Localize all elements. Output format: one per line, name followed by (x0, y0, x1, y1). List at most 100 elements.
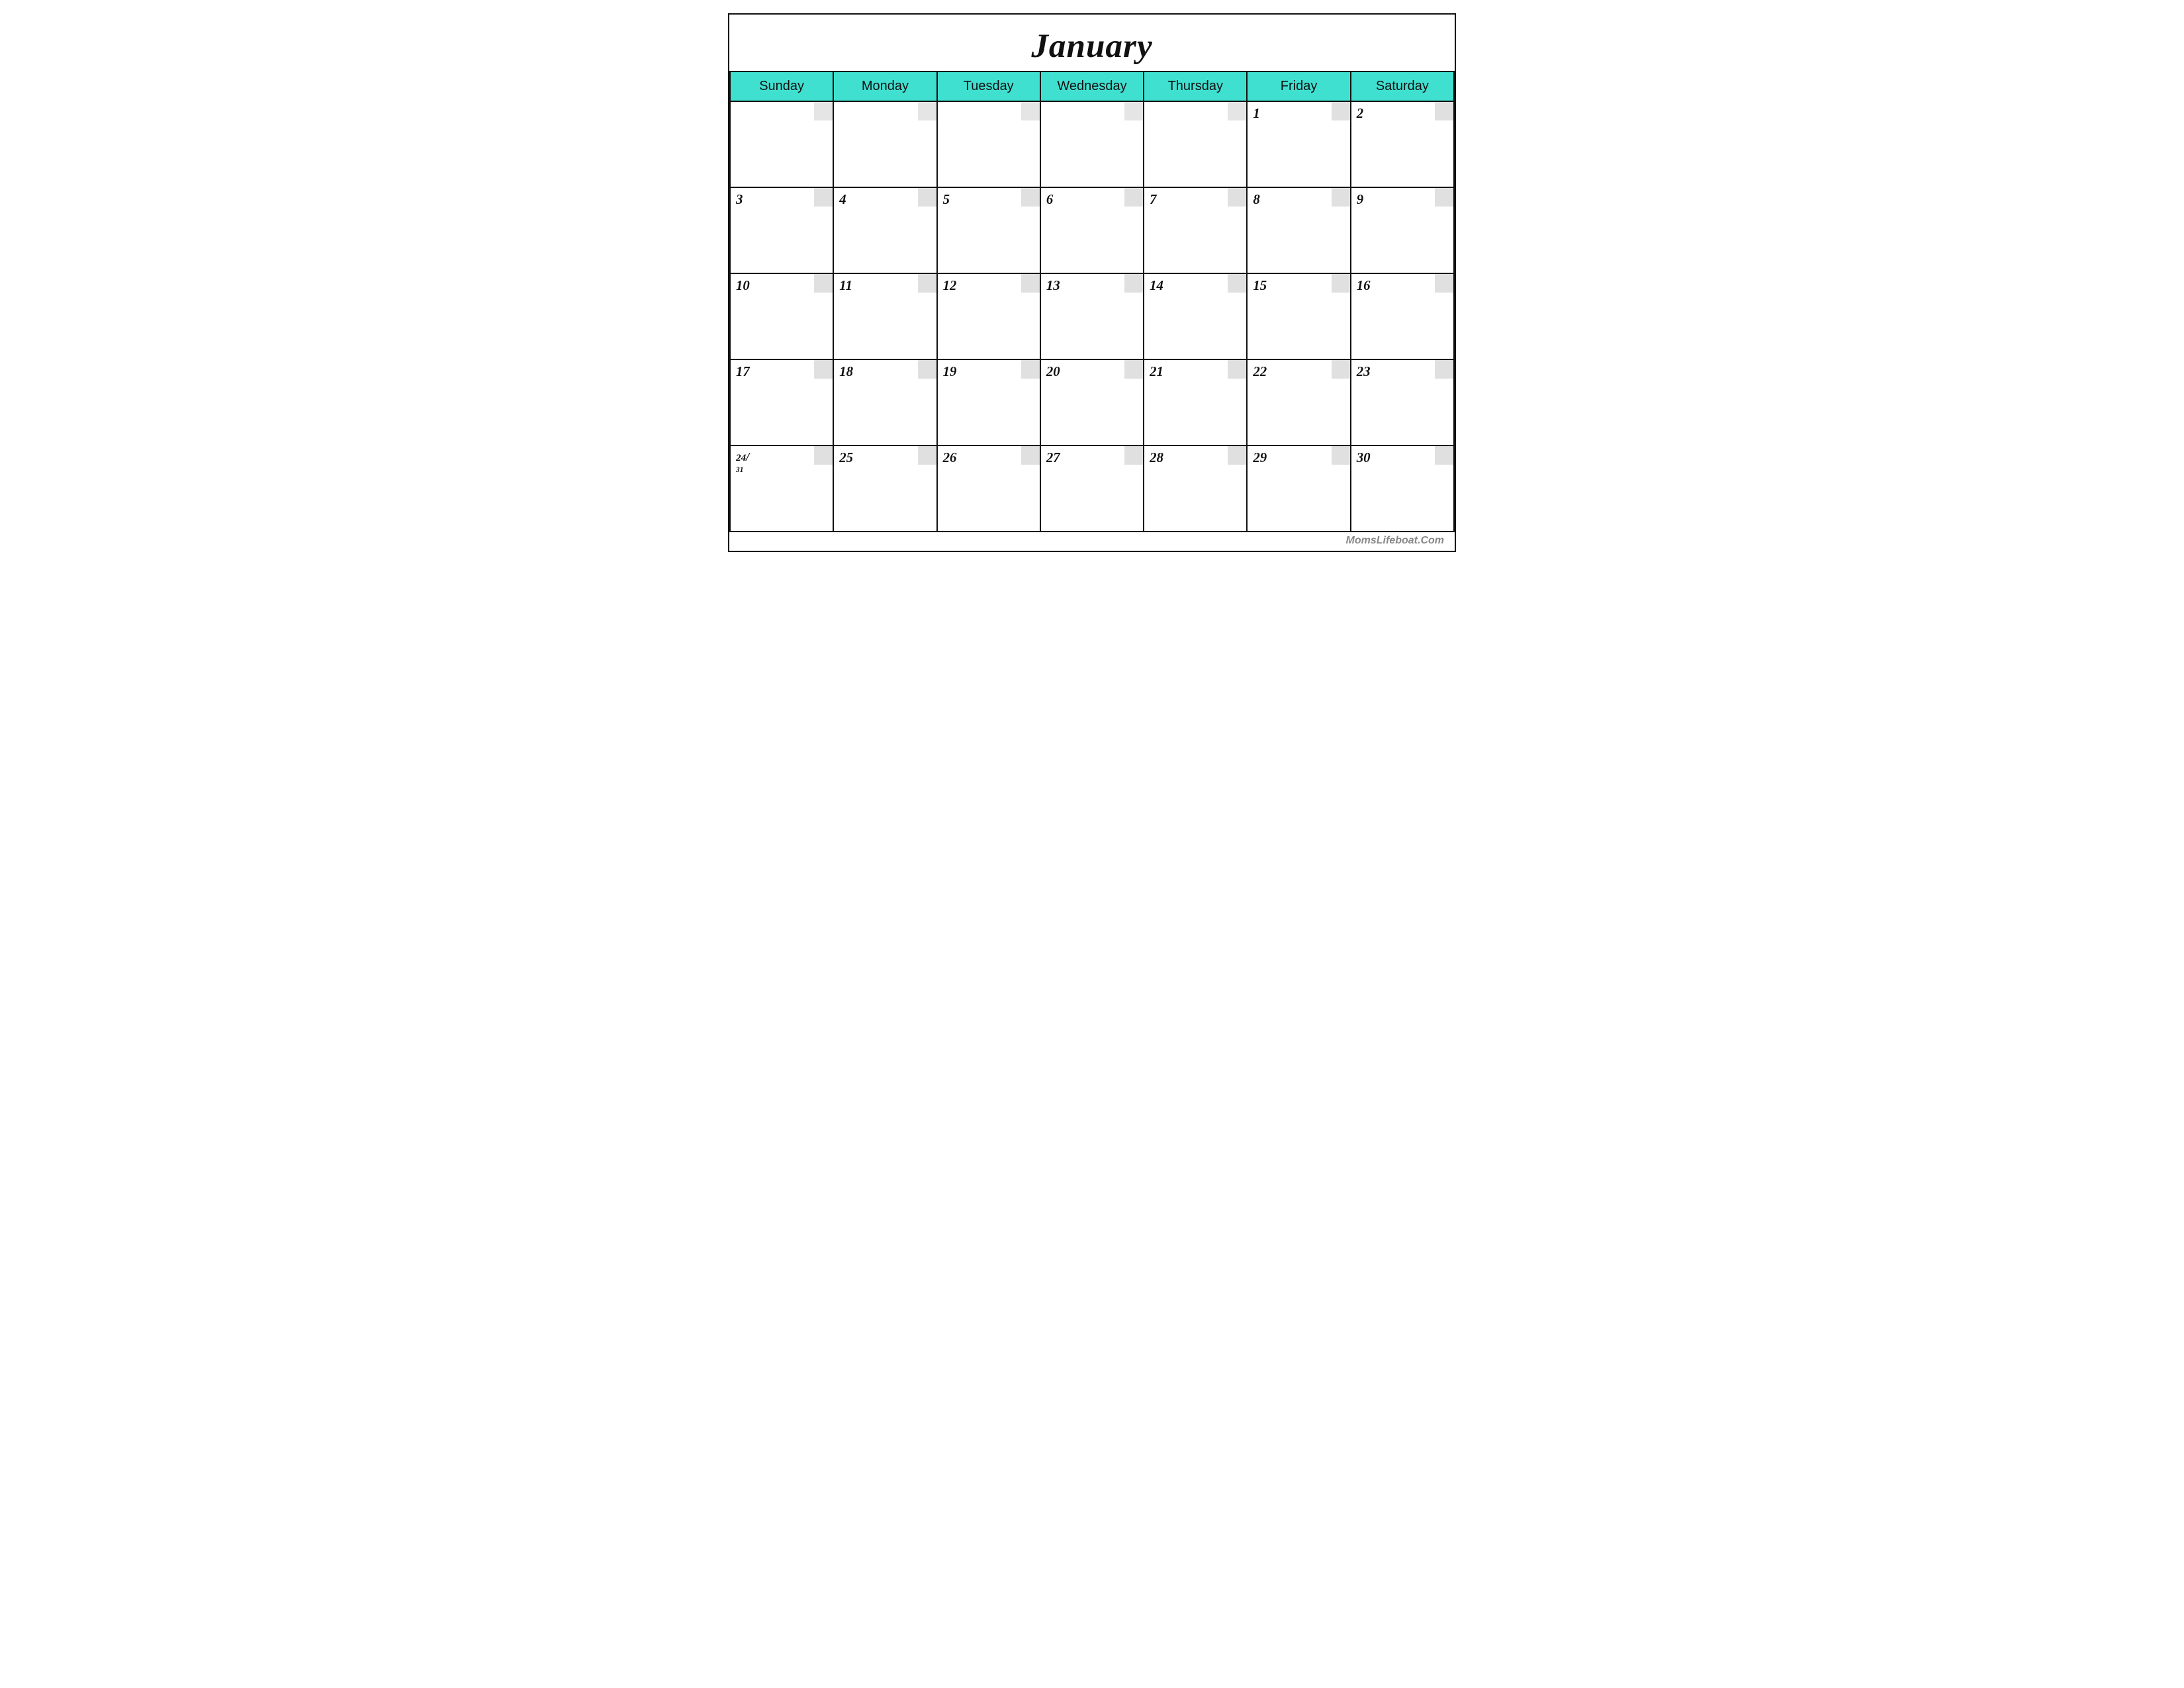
day-corner-decoration (1228, 360, 1246, 379)
date-number: 6 (1046, 192, 1053, 207)
date-number: 23 (1357, 364, 1371, 379)
date-number: 15 (1253, 278, 1267, 293)
day-cell: 10 (730, 273, 833, 359)
day-corner-decoration (1332, 360, 1350, 379)
day-corner-decoration (1021, 360, 1040, 379)
day-cell: 27 (1040, 445, 1144, 532)
day-corner-decoration (1021, 102, 1040, 120)
date-number: 19 (943, 364, 957, 379)
day-corner-decoration (814, 360, 833, 379)
day-corner-decoration (1124, 360, 1143, 379)
day-header-friday: Friday (1247, 71, 1350, 101)
day-cell: 14 (1144, 273, 1247, 359)
day-corner-decoration (1228, 274, 1246, 293)
day-corner-decoration (814, 102, 833, 120)
date-number: 27 (1046, 450, 1060, 465)
day-cell: 8 (1247, 187, 1350, 273)
day-corner-decoration (1332, 188, 1350, 207)
day-cell: 26 (937, 445, 1040, 532)
day-cell: 28 (1144, 445, 1247, 532)
week-row-4: 17 18 19 20 21 22 23 (730, 359, 1454, 445)
date-number: 29 (1253, 450, 1267, 465)
day-header-saturday: Saturday (1351, 71, 1454, 101)
day-cell: 19 (937, 359, 1040, 445)
day-corner-decoration (1124, 188, 1143, 207)
day-corner-decoration (1021, 446, 1040, 465)
day-corner-decoration (1435, 274, 1453, 293)
day-cell: 18 (833, 359, 936, 445)
day-cell: 6 (1040, 187, 1144, 273)
day-header-wednesday: Wednesday (1040, 71, 1144, 101)
day-cell: 1 (1247, 101, 1350, 187)
day-cell: 4 (833, 187, 936, 273)
day-header-monday: Monday (833, 71, 936, 101)
day-cell (1040, 101, 1144, 187)
day-cell: 13 (1040, 273, 1144, 359)
date-number: 13 (1046, 278, 1060, 293)
day-corner-decoration (1435, 102, 1453, 120)
day-cell: 3 (730, 187, 833, 273)
day-corner-decoration (814, 274, 833, 293)
date-number: 21 (1150, 364, 1163, 379)
day-cell (937, 101, 1040, 187)
date-number: 28 (1150, 450, 1163, 465)
day-cell: 2 (1351, 101, 1454, 187)
day-header-tuesday: Tuesday (937, 71, 1040, 101)
day-cell: 12 (937, 273, 1040, 359)
day-cell: 7 (1144, 187, 1247, 273)
first-date: 24 (736, 452, 746, 463)
day-corner-decoration (918, 446, 936, 465)
date-number: 26 (943, 450, 957, 465)
calendar-title: January (729, 15, 1455, 71)
day-corner-decoration (1228, 446, 1246, 465)
day-corner-decoration (1228, 188, 1246, 207)
day-corner-decoration (1435, 188, 1453, 207)
days-header-row: SundayMondayTuesdayWednesdayThursdayFrid… (730, 71, 1454, 101)
day-corner-decoration (918, 102, 936, 120)
date-number: 16 (1357, 278, 1371, 293)
day-corner-decoration (1332, 102, 1350, 120)
calendar-grid: SundayMondayTuesdayWednesdayThursdayFrid… (729, 71, 1455, 532)
day-cell: 29 (1247, 445, 1350, 532)
day-cell (1144, 101, 1247, 187)
day-cell: 17 (730, 359, 833, 445)
date-number: 25 (839, 450, 853, 465)
day-corner-decoration (1021, 188, 1040, 207)
day-cell: 16 (1351, 273, 1454, 359)
week-row-1: 12 (730, 101, 1454, 187)
watermark-text: MomsLifeboat.Com (1346, 535, 1444, 546)
day-cell: 5 (937, 187, 1040, 273)
second-date: 31 (736, 466, 743, 474)
day-corner-decoration (918, 274, 936, 293)
date-number: 11 (839, 278, 852, 293)
day-cell: 24/31 (730, 445, 833, 532)
day-corner-decoration (1228, 102, 1246, 120)
date-number: 5 (943, 192, 950, 207)
day-cell: 11 (833, 273, 936, 359)
date-number: 18 (839, 364, 853, 379)
day-corner-decoration (1124, 102, 1143, 120)
date-number: 3 (736, 192, 743, 207)
day-cell: 25 (833, 445, 936, 532)
day-cell: 22 (1247, 359, 1350, 445)
date-number: 9 (1357, 192, 1363, 207)
week-row-5: 24/31 25 26 27 28 29 30 (730, 445, 1454, 532)
date-number: 30 (1357, 450, 1371, 465)
day-corner-decoration (1124, 446, 1143, 465)
date-number: 14 (1150, 278, 1163, 293)
day-corner-decoration (1332, 274, 1350, 293)
day-cell: 21 (1144, 359, 1247, 445)
day-corner-decoration (918, 188, 936, 207)
day-header-thursday: Thursday (1144, 71, 1247, 101)
day-corner-decoration (1435, 446, 1453, 465)
day-corner-decoration (1124, 274, 1143, 293)
day-header-sunday: Sunday (730, 71, 833, 101)
week-row-3: 10 11 12 13 14 15 16 (730, 273, 1454, 359)
day-corner-decoration (1021, 274, 1040, 293)
date-number: 17 (736, 364, 750, 379)
date-number: 8 (1253, 192, 1259, 207)
date-number: 20 (1046, 364, 1060, 379)
day-cell (833, 101, 936, 187)
day-cell: 30 (1351, 445, 1454, 532)
day-corner-decoration (918, 360, 936, 379)
